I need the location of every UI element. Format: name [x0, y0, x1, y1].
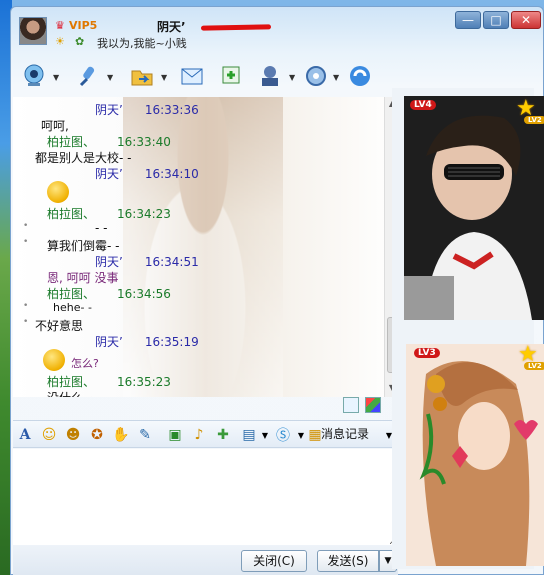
message-text: 不好意思 — [35, 319, 84, 333]
bullet-icon: • — [23, 237, 29, 247]
level-badge: LV3 — [414, 348, 440, 358]
bullet-icon: • — [23, 301, 29, 311]
close-button[interactable]: 关闭(C) — [241, 550, 307, 572]
redacted-mark — [200, 24, 272, 31]
chevron-down-icon[interactable]: ▼ — [333, 73, 341, 82]
sun-icon: ☀ — [55, 35, 65, 48]
email-icon[interactable] — [177, 61, 207, 91]
action-bar: 关闭(C) 发送(S) ▼ — [13, 545, 398, 575]
music-icon[interactable]: ♪ — [189, 425, 209, 445]
message-header: 柏拉图、 16:34:23 — [47, 207, 171, 221]
message-text: 都是别人是大校- - — [35, 151, 132, 165]
screenshot-icon[interactable] — [343, 397, 359, 413]
my-show-image[interactable]: LV3 ★ LV2 — [406, 344, 544, 566]
message-header: 阴天’ 16:33:36 — [95, 103, 199, 117]
gift-icon[interactable]: ✚ — [213, 425, 233, 445]
message-header: 柏拉图、 16:33:40 — [47, 135, 171, 149]
message-input[interactable] — [13, 449, 398, 545]
format-toolbar: A ☺ ☻ ✪ ✋ ✎ ▣ ♪ ✚ ▤ ▼ Ⓢ ▼ ▦ 消息记录 ▼ — [13, 420, 398, 448]
message-text: hehe- - — [53, 301, 92, 314]
chevron-down-icon[interactable]: ▼ — [161, 73, 169, 82]
magic-face-icon[interactable]: ☻ — [63, 425, 83, 445]
message-text: 没什么~ — [47, 389, 93, 397]
message-header: 阴天’ 16:34:10 — [95, 167, 199, 181]
create-group-icon[interactable] — [217, 61, 247, 91]
font-icon[interactable]: A — [15, 425, 35, 445]
nudge-icon[interactable]: ✋ — [111, 425, 131, 445]
contact-avatar[interactable] — [19, 17, 47, 45]
chevron-down-icon[interactable]: ▼ — [289, 73, 297, 82]
emoji-icon — [43, 349, 65, 371]
message-text: - - — [95, 221, 108, 235]
settings-icon[interactable] — [301, 61, 331, 91]
file-transfer-icon[interactable] — [127, 61, 157, 91]
cookie-icon[interactable]: ✪ — [87, 425, 107, 445]
level-badge: LV4 — [410, 100, 436, 110]
my-show-illustration — [406, 344, 544, 566]
message-text: 恩, 呵呵 没事 — [47, 271, 119, 285]
message-history[interactable]: 阴天’ 16:33:36 呵呵, 柏拉图、 16:33:40 都是别人是大校- - … — [13, 97, 398, 397]
contact-show-image[interactable]: LV4 ★ LV2 — [404, 96, 544, 320]
vip-label: VIP5 — [69, 19, 98, 32]
message-header: 阴天’ 16:35:19 — [95, 335, 199, 349]
chevron-down-icon[interactable]: ▼ — [107, 73, 115, 82]
level-badge-small: LV2 — [524, 362, 544, 370]
message-history-button[interactable]: 消息记录 — [321, 425, 369, 442]
minimize-button[interactable]: — — [455, 11, 481, 29]
message-text: 怎么? — [71, 357, 99, 370]
message-text: 算我们倒霉- - — [47, 239, 120, 253]
smiley-icon[interactable]: ☺ — [39, 425, 59, 445]
voice-icon[interactable] — [73, 61, 103, 91]
bullet-icon: • — [23, 221, 29, 231]
maximize-button[interactable]: □ — [483, 11, 509, 29]
chevron-down-icon[interactable]: ▼ — [255, 425, 275, 445]
title-bar[interactable]: ♛ VIP5 阴天’ ☀ ✿ 我以为,我能~小贱 — □ ✕ — [11, 7, 544, 53]
message-header: 阴天’ 16:34:51 — [95, 255, 199, 269]
image-icon[interactable]: ▣ — [165, 425, 185, 445]
contact-signature: 我以为,我能~小贱 — [97, 37, 187, 50]
close-window-button[interactable]: ✕ — [511, 11, 541, 29]
app-icon[interactable] — [345, 61, 375, 91]
plant-icon: ✿ — [75, 35, 85, 48]
background-icon[interactable] — [365, 397, 381, 413]
contact-name[interactable]: 阴天’ — [157, 18, 186, 35]
contact-show-illustration — [404, 96, 544, 320]
remote-assist-icon[interactable] — [255, 61, 285, 91]
emoji-icon — [47, 181, 69, 203]
scribble-icon[interactable]: ✎ — [135, 425, 155, 445]
sign-icon[interactable]: Ⓢ — [273, 425, 293, 445]
bullet-icon: • — [23, 317, 29, 327]
level-badge-small: LV2 — [524, 116, 544, 124]
message-text: 呵呵, — [41, 119, 69, 133]
message-header: 柏拉图、 16:35:23 — [47, 375, 171, 389]
webcam-icon[interactable] — [19, 61, 49, 91]
send-button[interactable]: 发送(S) — [317, 550, 379, 572]
vip-icon: ♛ — [55, 19, 65, 32]
message-header: 柏拉图、 16:34:56 — [47, 287, 171, 301]
chevron-down-icon[interactable]: ▼ — [53, 73, 61, 82]
